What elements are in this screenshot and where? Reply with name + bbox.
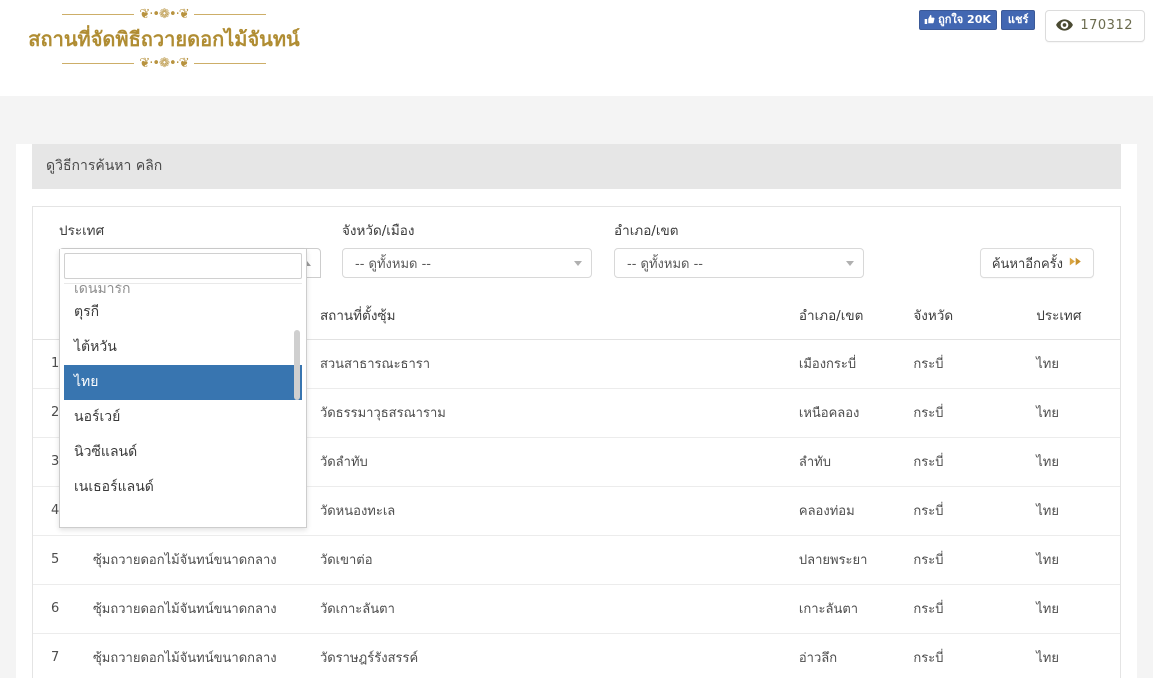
cell-country: ไทย <box>1026 535 1120 585</box>
cell-type: ซุ้มถวายดอกไม้จันทน์ขนาดกลาง <box>82 535 310 585</box>
cell-no: 5 <box>33 535 83 585</box>
how-to-search-label: ดูวิธีการค้นหา คลิก <box>46 158 163 174</box>
cell-province: กระบี่ <box>903 388 1027 438</box>
brand-block: ❦·•❁•·❦ สถานที่จัดพิธีถวายดอกไม้จันทน์ ❦… <box>14 6 314 71</box>
cell-type: ซุ้มถวายดอกไม้จันทน์ขนาดกลาง <box>82 633 310 678</box>
facebook-share-label: แชร์ <box>1007 12 1029 26</box>
th-place: สถานที่ตั้งซุ้ม <box>309 292 789 340</box>
arrow-right-icon <box>1069 255 1082 272</box>
filter-panel: ประเทศ -- ดูทั้งหมด -- เดนมาร์ก ตุรกี ไต… <box>32 206 1121 528</box>
ornament-top: ❦·•❁•·❦ <box>14 6 314 22</box>
country-option[interactable]: ไต้หวัน <box>64 330 302 365</box>
filter-district-label: อำเภอ/เขต <box>614 223 679 239</box>
cell-district: อ่าวลึก <box>788 633 904 678</box>
country-option-selected[interactable]: ไทย <box>64 365 302 401</box>
ornament-line-right-2 <box>193 62 266 64</box>
cell-country: ไทย <box>1026 339 1120 389</box>
cell-province: กระบี่ <box>903 339 1027 389</box>
country-option-list[interactable]: เดนมาร์ก ตุรกี ไต้หวัน ไทย นอร์เวย์ นิวซ… <box>64 283 302 523</box>
cell-no: 7 <box>33 633 83 678</box>
how-to-search-bar[interactable]: ดูวิธีการค้นหา คลิก <box>32 144 1121 189</box>
cell-place: วัดราษฎร์รังสรรค์ <box>309 633 789 678</box>
cell-district: เกาะลันตา <box>788 584 904 634</box>
filter-row: ประเทศ -- ดูทั้งหมด -- เดนมาร์ก ตุรกี ไต… <box>59 219 1094 528</box>
cell-no: 6 <box>33 584 83 634</box>
cell-country: ไทย <box>1026 437 1120 487</box>
cell-country: ไทย <box>1026 633 1120 678</box>
ornament-line-left-2 <box>62 62 135 64</box>
district-select[interactable]: -- ดูทั้งหมด -- <box>614 248 864 278</box>
country-option[interactable]: เดนมาร์ก <box>64 284 302 295</box>
country-dropdown-panel: เดนมาร์ก ตุรกี ไต้หวัน ไทย นอร์เวย์ นิวซ… <box>59 249 307 528</box>
country-option[interactable]: ตุรกี <box>64 295 302 330</box>
cell-place: สวนสาธารณะธารา <box>309 339 789 389</box>
country-option[interactable]: เนเธอร์แลนด์ <box>64 470 302 505</box>
facebook-share-button[interactable]: แชร์ <box>1000 10 1036 30</box>
cell-province: กระบี่ <box>903 633 1027 678</box>
cell-district: ปลายพระยา <box>788 535 904 585</box>
cell-district: ลำทับ <box>788 437 904 487</box>
page-body: ดูวิธีการค้นหา คลิก ประเทศ -- ดูทั้งหมด … <box>0 96 1153 678</box>
cell-place: วัดหนองทะเล <box>309 486 789 536</box>
province-select[interactable]: -- ดูทั้งหมด -- <box>342 248 592 278</box>
cell-province: กระบี่ <box>903 535 1027 585</box>
thumbs-up-icon <box>924 14 935 25</box>
search-again-button[interactable]: ค้นหาอีกครั้ง <box>979 248 1094 278</box>
cell-province: กระบี่ <box>903 584 1027 634</box>
ornament-glyph-bottom: ❦·•❁•·❦ <box>139 55 189 71</box>
cell-country: ไทย <box>1026 388 1120 438</box>
th-province: จังหวัด <box>903 292 1027 340</box>
content-card: ดูวิธีการค้นหา คลิก ประเทศ -- ดูทั้งหมด … <box>16 144 1137 678</box>
cell-place: วัดเขาต่อ <box>309 535 789 585</box>
province-select-value: -- ดูทั้งหมด -- <box>355 256 431 272</box>
cell-country: ไทย <box>1026 486 1120 536</box>
country-dropdown-search-input[interactable] <box>64 253 302 279</box>
ornament-glyph-top: ❦·•❁•·❦ <box>139 6 189 22</box>
search-button-wrap: ค้นหาอีกครั้ง <box>979 248 1094 278</box>
eye-icon <box>1056 16 1074 35</box>
view-count-value: 170312 <box>1080 18 1133 33</box>
chevron-down-icon <box>574 260 582 266</box>
dropdown-scrollbar[interactable] <box>294 330 300 400</box>
cell-place: วัดเกาะลันตา <box>309 584 789 634</box>
filter-district: อำเภอ/เขต -- ดูทั้งหมด -- <box>614 219 864 278</box>
cell-province: กระบี่ <box>903 437 1027 487</box>
district-select-value: -- ดูทั้งหมด -- <box>627 256 703 272</box>
ornament-bottom: ❦·•❁•·❦ <box>14 55 314 71</box>
view-counter: 170312 <box>1045 10 1145 42</box>
table-row[interactable]: 7 ซุ้มถวายดอกไม้จันทน์ขนาดกลาง วัดราษฎร์… <box>33 633 1120 678</box>
cell-place: วัดลำทับ <box>309 437 789 487</box>
cell-district: เมืองกระบี่ <box>788 339 904 389</box>
table-row[interactable]: 6 ซุ้มถวายดอกไม้จันทน์ขนาดกลาง วัดเกาะลั… <box>33 584 1120 634</box>
cell-district: เหนือคลอง <box>788 388 904 438</box>
cell-type: ซุ้มถวายดอกไม้จันทน์ขนาดกลาง <box>82 584 310 634</box>
filter-province-label: จังหวัด/เมือง <box>342 223 415 239</box>
cell-place: วัดธรรมาวุธสรณาราม <box>309 388 789 438</box>
site-header: ❦·•❁•·❦ สถานที่จัดพิธีถวายดอกไม้จันทน์ ❦… <box>0 0 1153 96</box>
ornament-line-left <box>62 13 135 15</box>
country-option[interactable]: นอร์เวย์ <box>64 400 302 435</box>
cell-province: กระบี่ <box>903 486 1027 536</box>
filter-country: ประเทศ -- ดูทั้งหมด -- เดนมาร์ก ตุรกี ไต… <box>59 219 321 528</box>
chevron-down-icon <box>846 260 854 266</box>
table-row[interactable]: 5 ซุ้มถวายดอกไม้จันทน์ขนาดกลาง วัดเขาต่อ… <box>33 535 1120 585</box>
th-district: อำเภอ/เขต <box>788 292 904 340</box>
filter-country-label: ประเทศ <box>59 223 105 239</box>
search-again-label: ค้นหาอีกครั้ง <box>991 256 1063 272</box>
ornament-line-right <box>193 13 266 15</box>
th-country: ประเทศ <box>1026 292 1120 340</box>
facebook-like-label: ถูกใจ 20K <box>938 12 991 26</box>
cell-country: ไทย <box>1026 584 1120 634</box>
filter-province: จังหวัด/เมือง -- ดูทั้งหมด -- <box>342 219 592 278</box>
cell-district: คลองท่อม <box>788 486 904 536</box>
social-cluster: ถูกใจ 20K แชร์ 170312 <box>919 10 1145 42</box>
country-option[interactable]: นิวซีแลนด์ <box>64 435 302 470</box>
facebook-like-button[interactable]: ถูกใจ 20K <box>919 10 997 30</box>
page-title: สถานที่จัดพิธีถวายดอกไม้จันทน์ <box>28 27 300 51</box>
